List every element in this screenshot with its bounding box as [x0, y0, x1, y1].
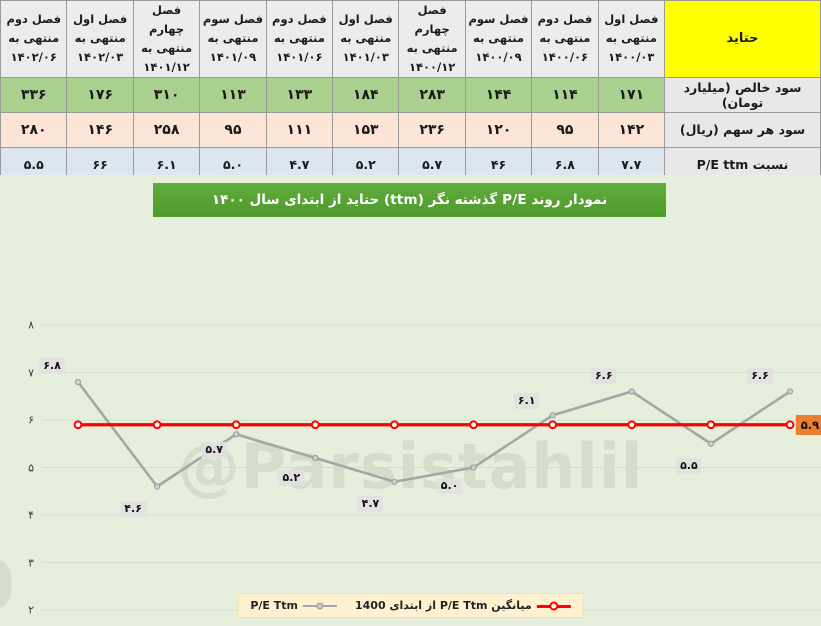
col9-date: ۱۴۰۲/۰۶ [10, 50, 57, 65]
chart-plot-svg [42, 324, 821, 611]
col2-date: ۱۴۰۰/۰۹ [475, 50, 522, 65]
col1-date: ۱۴۰۰/۰۶ [541, 50, 589, 65]
point-label-5: ۵.۰ [436, 477, 463, 494]
point-label-8: ۵.۵ [676, 457, 702, 474]
net-profit-2: ۱۴۴ [464, 76, 533, 113]
table-header-row: حتاید فصل اول منتهی به ۱۴۰۰/۰۳ فصل دوم م… [0, 0, 821, 78]
col3-date: ۱۴۰۰/۱۲ [408, 59, 456, 74]
column-header-8: فصل اول منتهی به ۱۴۰۲/۰۳ [66, 0, 134, 78]
col5-ending: منتهی به [273, 31, 325, 46]
y-tick-4: ۴ [28, 508, 34, 522]
net-profit-6: ۱۱۳ [199, 76, 267, 113]
column-header-1: فصل دوم منتهی به ۱۴۰۰/۰۶ [531, 0, 599, 78]
column-header-3: فصل چهارم منتهی به ۱۴۰۰/۱۲ [398, 0, 466, 78]
average-value-badge: ۵.۹ [795, 414, 821, 435]
col6-season: فصل سوم [202, 12, 263, 27]
legend-label-average: میانگین P/E Ttm از ابتدای 1400 [354, 599, 532, 612]
col6-date: ۱۴۰۱/۰۹ [209, 50, 257, 65]
col4-date: ۱۴۰۱/۰۳ [342, 50, 389, 65]
col7-date: ۱۴۰۱/۱۲ [143, 59, 190, 74]
net-profit-1: ۱۱۴ [531, 76, 599, 113]
net-profit-9: ۳۳۶ [0, 76, 68, 113]
col3-season: فصل چهارم [414, 3, 450, 36]
col8-ending: منتهی به [74, 31, 126, 46]
column-header-0: فصل اول منتهی به ۱۴۰۰/۰۳ [597, 0, 666, 78]
chart-title: نمودار روند P/E گذشته نگر (ttm) حتاید از… [153, 183, 666, 217]
col5-date: ۱۴۰۱/۰۶ [276, 50, 323, 65]
column-header-5: فصل دوم منتهی به ۱۴۰۱/۰۶ [265, 0, 334, 78]
col8-date: ۱۴۰۲/۰۳ [77, 50, 124, 65]
column-header-4: فصل اول منتهی به ۱۴۰۱/۰۳ [332, 0, 400, 78]
table-corner-header: حتاید [664, 0, 821, 78]
y-tick-3: ۳ [28, 556, 34, 569]
col0-season: فصل اول [604, 12, 659, 27]
table-row-eps: سود هر سهم (ریال) ۱۴۲ ۹۵ ۱۲۰ ۲۳۶ ۱۵۳ ۱۱۱… [0, 111, 821, 148]
col7-season: فصل چهارم [148, 3, 185, 36]
eps-2: ۱۲۰ [464, 111, 533, 148]
y-axis-labels: ۰۱۲۳۴۵۶۷۸ [0, 319, 42, 626]
y-tick-5: ۵ [28, 461, 34, 474]
col3-ending: منتهی به [406, 40, 458, 55]
eps-0: ۱۴۲ [597, 111, 666, 148]
eps-3: ۲۳۶ [398, 111, 466, 148]
eps-9: ۲۸۰ [0, 111, 68, 148]
column-header-9: فصل دوم منتهی به ۱۴۰۲/۰۶ [0, 0, 68, 78]
col4-ending: منتهی به [340, 31, 392, 46]
legend-item-average[interactable]: میانگین P/E Ttm از ابتدای 1400 [355, 599, 571, 612]
y-tick-8: ۸ [28, 318, 34, 332]
row-label-net-profit: سود خالص (میلیارد تومان) [664, 76, 821, 113]
point-label-7: ۶.۶ [590, 367, 617, 384]
point-label-3: ۵.۲ [278, 469, 305, 487]
legend-item-pe-ttm[interactable]: P/E Ttm [250, 599, 337, 612]
col9-ending: منتهی به [8, 31, 60, 46]
col0-ending: منتهی به [605, 31, 657, 46]
col1-ending: منتهی به [539, 31, 591, 46]
legend-label-pe-ttm: P/E Ttm [250, 599, 298, 612]
col4-season: فصل اول [338, 12, 393, 27]
net-profit-4: ۱۸۴ [332, 76, 400, 113]
eps-7: ۲۵۸ [132, 111, 201, 148]
chart-legend: میانگین P/E Ttm از ابتدای 1400 P/E Ttm [237, 593, 584, 618]
column-header-7: فصل چهارم منتهی به ۱۴۰۱/۱۲ [132, 0, 201, 78]
legend-red-line-icon [536, 601, 571, 611]
eps-8: ۱۴۶ [66, 111, 134, 148]
net-profit-8: ۱۷۶ [66, 76, 134, 113]
net-profit-3: ۲۸۳ [398, 76, 466, 113]
table-row-net-profit: سود خالص (میلیارد تومان) ۱۷۱ ۱۱۴ ۱۴۴ ۲۸۳… [0, 76, 821, 113]
net-profit-5: ۱۳۳ [265, 76, 334, 113]
point-label-1: ۴.۶ [120, 500, 146, 517]
point-label-6: ۶.۱ [513, 393, 540, 410]
y-tick-7: ۷ [28, 366, 34, 379]
col2-ending: منتهی به [473, 31, 525, 46]
financial-summary-table: حتاید فصل اول منتهی به ۱۴۰۰/۰۳ فصل دوم م… [0, 0, 821, 183]
point-label-0: ۶.۸ [39, 357, 65, 375]
net-profit-0: ۱۷۱ [597, 76, 666, 113]
legend-gray-line-icon [302, 601, 337, 611]
col6-ending: منتهی به [207, 31, 259, 46]
financial-summary-table-container: حتاید فصل اول منتهی به ۱۴۰۰/۰۳ فصل دوم م… [0, 0, 821, 183]
col9-season: فصل دوم [6, 12, 62, 27]
col0-date: ۱۴۰۰/۰۳ [608, 50, 655, 65]
col8-season: فصل اول [73, 12, 128, 27]
row-label-eps: سود هر سهم (ریال) [664, 111, 821, 148]
eps-5: ۱۱۱ [265, 111, 334, 148]
point-label-2: ۵.۷ [201, 442, 228, 459]
col1-season: فصل دوم [537, 12, 593, 27]
eps-6: ۹۵ [199, 111, 267, 148]
y-tick-2: ۲ [28, 603, 34, 617]
point-label-9: ۶.۶ [747, 367, 773, 384]
y-tick-6: ۶ [28, 413, 34, 427]
point-label-4: ۴.۷ [357, 495, 384, 512]
column-header-6: فصل سوم منتهی به ۱۴۰۱/۰۹ [199, 0, 267, 78]
col2-season: فصل سوم [468, 12, 529, 27]
eps-1: ۹۵ [531, 111, 599, 148]
eps-4: ۱۵۳ [332, 111, 400, 148]
pe-trend-chart: نمودار روند P/E گذشته نگر (ttm) حتاید از… [0, 175, 821, 626]
col7-ending: منتهی به [141, 40, 193, 55]
net-profit-7: ۳۱۰ [132, 76, 201, 113]
col5-season: فصل دوم [272, 12, 327, 27]
column-header-2: فصل سوم منتهی به ۱۴۰۰/۰۹ [464, 0, 533, 78]
